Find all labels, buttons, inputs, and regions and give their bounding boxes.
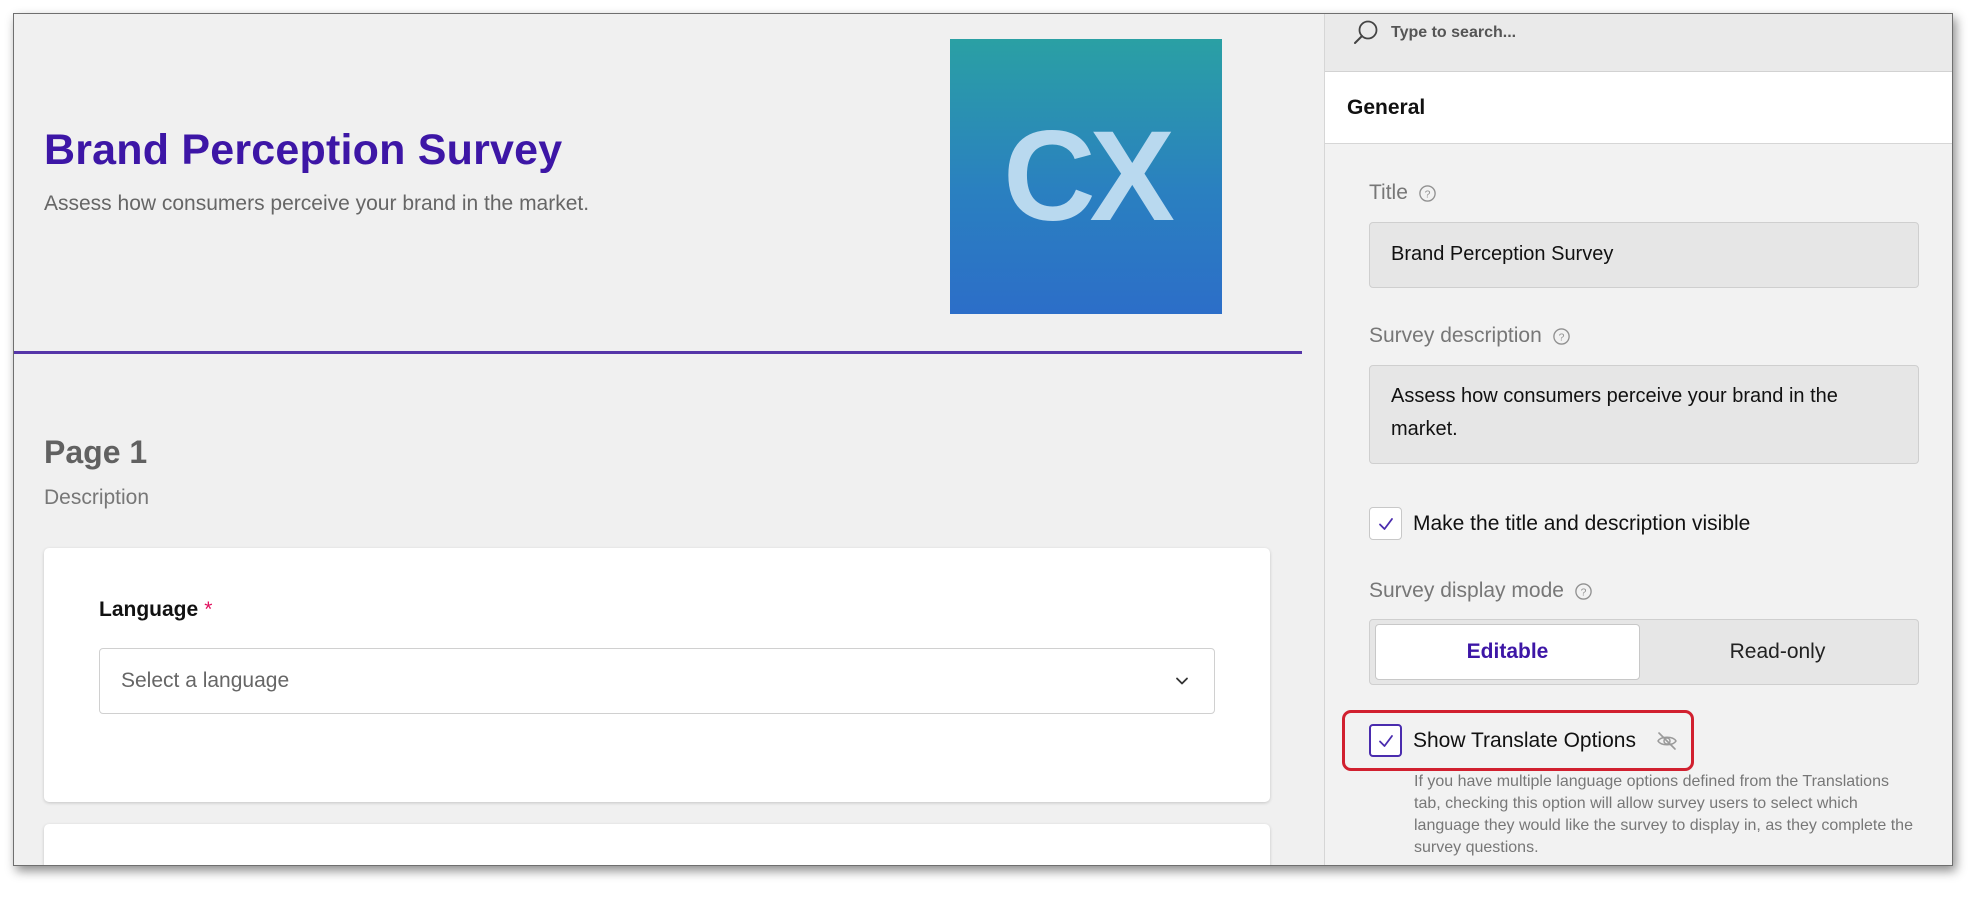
visible-checkbox-row[interactable]: Make the title and description visible (1369, 507, 1750, 540)
title-label-text: Title (1369, 181, 1408, 204)
property-search[interactable]: Type to search... (1325, 14, 1952, 72)
app-window: Brand Perception Survey Assess how consu… (13, 13, 1953, 866)
required-mark: * (204, 598, 213, 621)
translate-checkbox[interactable] (1369, 724, 1402, 757)
question-card-next[interactable] (44, 824, 1270, 865)
visible-checkbox-label: Make the title and description visible (1413, 511, 1751, 535)
display-mode-editable[interactable]: Editable (1375, 624, 1640, 680)
display-mode-selector: Editable Read-only (1369, 619, 1919, 685)
display-mode-label: Survey display mode ? (1369, 579, 1593, 603)
survey-canvas: Brand Perception Survey Assess how consu… (14, 14, 1324, 865)
check-icon (1378, 517, 1393, 530)
survey-logo[interactable]: CX (950, 39, 1222, 314)
help-circle-icon[interactable]: ? (1418, 184, 1437, 203)
description-label-text: Survey description (1369, 324, 1542, 347)
property-panel: Type to search... General Title ? Brand … (1324, 14, 1952, 865)
svg-text:?: ? (1425, 189, 1431, 200)
logo-text: CX (1003, 122, 1174, 232)
survey-title[interactable]: Brand Perception Survey (44, 126, 562, 175)
help-circle-icon[interactable]: ? (1552, 327, 1571, 346)
display-mode-read-only[interactable]: Read-only (1645, 624, 1910, 680)
svg-text:?: ? (1558, 332, 1564, 343)
translate-help-text: If you have multiple language options de… (1414, 773, 1913, 856)
visible-checkbox[interactable] (1369, 507, 1402, 540)
search-input[interactable]: Type to search... (1391, 24, 1516, 42)
translate-checkbox-label: Show Translate Options (1413, 728, 1636, 752)
page-title[interactable]: Page 1 (44, 434, 147, 471)
check-icon (1378, 734, 1393, 747)
title-field-label: Title ? (1369, 181, 1437, 205)
description-textarea[interactable]: Assess how consumers perceive your brand… (1369, 365, 1919, 464)
description-field-label: Survey description ? (1369, 324, 1571, 348)
language-dropdown[interactable]: Select a language (99, 648, 1215, 714)
chevron-down-icon[interactable] (1172, 671, 1192, 691)
svg-text:?: ? (1581, 587, 1587, 598)
logo-mark: CX (1003, 122, 1180, 232)
section-title: General (1347, 96, 1426, 119)
search-icon (1354, 20, 1378, 44)
survey-description[interactable]: Assess how consumers perceive your brand… (44, 192, 589, 216)
section-general[interactable]: General (1325, 72, 1952, 144)
translate-checkbox-row[interactable]: Show Translate Options (1369, 724, 1679, 757)
eye-off-icon[interactable] (1655, 729, 1679, 753)
title-input[interactable]: Brand Perception Survey (1369, 222, 1919, 288)
question-card-language[interactable]: Language * Select a language (44, 548, 1270, 802)
dropdown-placeholder: Select a language (121, 669, 290, 692)
display-mode-label-text: Survey display mode (1369, 579, 1564, 602)
question-title: Language (99, 598, 199, 621)
help-circle-icon[interactable]: ? (1574, 582, 1593, 601)
page-description[interactable]: Description (44, 486, 149, 510)
question-label[interactable]: Language * (99, 598, 212, 622)
survey-header[interactable]: Brand Perception Survey Assess how consu… (14, 14, 1302, 354)
